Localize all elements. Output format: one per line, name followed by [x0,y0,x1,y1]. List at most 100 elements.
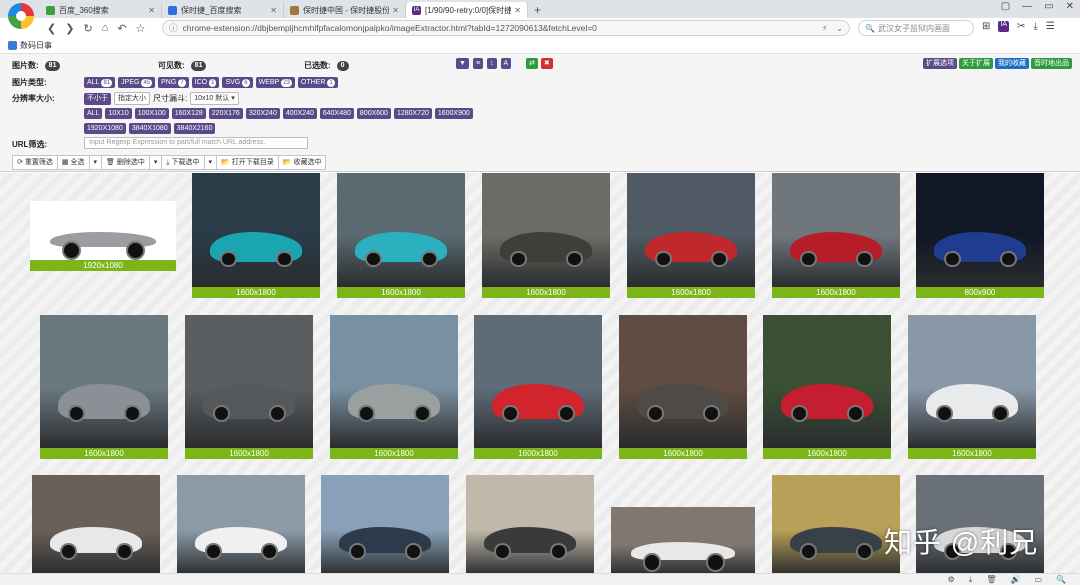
tab-close-icon[interactable]: ✕ [514,6,521,15]
gallery-image[interactable]: 1600x1800 [619,315,747,459]
resolution-button[interactable]: 400X240 [282,108,317,119]
resolution-button[interactable]: 220X176 [208,108,243,119]
bookmark-item[interactable]: 数码日事 [20,40,52,51]
gallery-image[interactable]: 1600x1800 [772,173,900,298]
type-filter-button[interactable]: PNG 7 [158,77,189,88]
gallery-image[interactable] [466,475,594,573]
tab-close-icon[interactable]: ✕ [148,6,155,15]
browser-tab[interactable]: IA [1/90/90-retry:0/0]保时捷 ✕ [406,2,528,18]
browser-tab[interactable]: 保时捷中国 - 保时捷股份公司✕ [284,2,406,18]
action-bar-button[interactable]: ▾ [203,155,218,170]
action-button[interactable]: ✖ [540,58,553,69]
resolution-button[interactable]: 640X480 [319,108,354,119]
browser-logo-icon[interactable] [8,3,34,29]
toolbar-extension-icon[interactable]: ⊞ [982,21,990,32]
resolution-button[interactable]: 10X10 [105,108,132,119]
window-control-icon[interactable]: ▭ [1044,1,1053,12]
gallery-image[interactable]: 800x900 [916,173,1044,298]
browser-tab[interactable]: 百度_360搜索 ✕ [40,2,162,18]
type-filter-button[interactable]: OTHER 1 [297,77,338,88]
back-icon[interactable]: ❮ [47,22,56,35]
search-placeholder[interactable]: 武汉女子监狱内画面 [878,23,950,34]
search-box[interactable]: 🔍 武汉女子监狱内画面 [858,20,974,36]
view-toggle-button[interactable]: A [500,58,512,69]
action-bar-button[interactable]: 📂 打开下载目录 [216,155,279,170]
address-action-icon[interactable]: ⌄ [836,23,843,34]
min-size-toggle[interactable]: 不小于 [84,92,111,105]
tab-close-icon[interactable]: ✕ [270,6,277,15]
gallery-image[interactable]: 1600x1800 [337,173,465,298]
gallery-image[interactable] [772,475,900,573]
gallery-image[interactable]: 1920x1080 [30,201,176,271]
toolbar-extension-icon[interactable]: IA [998,21,1010,32]
home-icon[interactable]: ⌂ [102,22,109,35]
toolbar-extension-icon[interactable]: ☰ [1046,21,1055,32]
gallery-image[interactable]: 1600x1800 [192,173,320,298]
gallery-image[interactable]: 1600x1800 [627,173,755,298]
gallery-image[interactable]: 1600x1800 [330,315,458,459]
window-control-icon[interactable]: ▢ [1001,1,1010,12]
type-filter-button[interactable]: WEBP 23 [255,77,295,88]
address-bar[interactable]: ⓘ chrome-extension://dbjbempljhcmhlfpfac… [162,20,850,36]
address-action-icon[interactable]: ⚡ [822,23,828,34]
toolbar-extension-icon[interactable]: ✂ [1017,21,1025,32]
gallery-image[interactable]: 1600x1800 [474,315,602,459]
action-bar-button[interactable]: ▾ [148,155,163,170]
forward-icon[interactable]: ❯ [65,22,74,35]
resolution-button[interactable]: ALL [84,108,103,119]
resolution-button[interactable]: 160X128 [171,108,206,119]
gallery-image[interactable] [32,475,160,573]
resolution-button[interactable]: 1920X1080 [84,123,126,134]
url-filter-input[interactable]: Input Regexp Expression to part/full mat… [84,137,308,149]
action-bar-button[interactable]: ⟳ 重置筛选 [12,155,58,170]
gallery-image[interactable] [611,507,755,573]
gallery-image[interactable]: 1600x1800 [763,315,891,459]
tab-close-icon[interactable]: ✕ [392,6,399,15]
new-tab-icon[interactable]: + [534,2,541,18]
status-icon[interactable]: ⤓ [969,575,973,585]
action-bar-button[interactable]: 🗑 删除选中 [101,155,150,170]
gallery-image[interactable] [177,475,305,573]
gallery-image[interactable]: 1600x1800 [482,173,610,298]
extension-menu-button[interactable]: 扩展选项 [923,58,957,69]
resolution-button[interactable]: 100X100 [134,108,169,119]
action-bar-button[interactable]: ⤓ 下载选中 [161,155,205,170]
undo-icon[interactable]: ↶ [117,22,126,35]
gallery-image[interactable]: 1600x1800 [185,315,313,459]
window-control-icon[interactable]: ✕ [1066,1,1074,12]
status-icon[interactable]: ⚙ [948,575,955,585]
type-filter-button[interactable]: ALL 81 [84,77,116,88]
type-filter-button[interactable]: SVG 6 [222,77,253,88]
resolution-button[interactable]: 3840X2160 [173,123,216,134]
window-control-icon[interactable]: — [1022,1,1032,12]
resolution-button[interactable]: 320X240 [245,108,280,119]
action-bar-button[interactable]: ▦ 全选 [56,155,90,170]
gallery-image[interactable]: 1600x1800 [908,315,1036,459]
status-icon[interactable]: 🗑 [986,575,996,585]
resolution-button[interactable]: 800X600 [356,108,391,119]
status-icon[interactable]: 🔊 [1011,575,1021,585]
view-toggle-button[interactable]: ≡ [472,58,484,69]
size-select[interactable]: 10x10 默认 ▾ [190,92,239,105]
view-toggle-button[interactable]: ▼ [456,58,469,69]
action-bar-button[interactable]: ▾ [88,155,103,170]
reload-icon[interactable]: ↻ [83,22,92,35]
extension-menu-button[interactable]: 我的收藏 [995,58,1029,69]
toolbar-extension-icon[interactable]: ⤓ [1033,21,1037,32]
action-bar-button[interactable]: 📂 收藏选中 [277,155,327,170]
status-icon[interactable]: ▭ [1034,575,1042,585]
extension-menu-button[interactable]: 音时地出品 [1031,58,1072,69]
status-icon[interactable]: 🔍 [1056,575,1066,585]
address-url[interactable]: chrome-extension://dbjbempljhcmhlfpfacal… [183,23,822,33]
info-icon[interactable]: ⓘ [169,22,178,34]
gallery-image[interactable] [321,475,449,573]
star-icon[interactable]: ☆ [136,22,146,35]
extension-menu-button[interactable]: 关于扩展 [959,58,993,69]
browser-tab[interactable]: 保时捷_百度搜索 ✕ [162,2,284,18]
action-button[interactable]: ⇄ [526,58,538,69]
view-toggle-button[interactable]: ↕ [487,58,497,69]
type-filter-button[interactable]: JPEG 45 [118,77,156,88]
gallery-image[interactable]: 1600x1800 [40,315,168,459]
resolution-button[interactable]: 3840X1080 [128,123,171,134]
exact-size-toggle[interactable]: 指定大小 [114,92,150,105]
